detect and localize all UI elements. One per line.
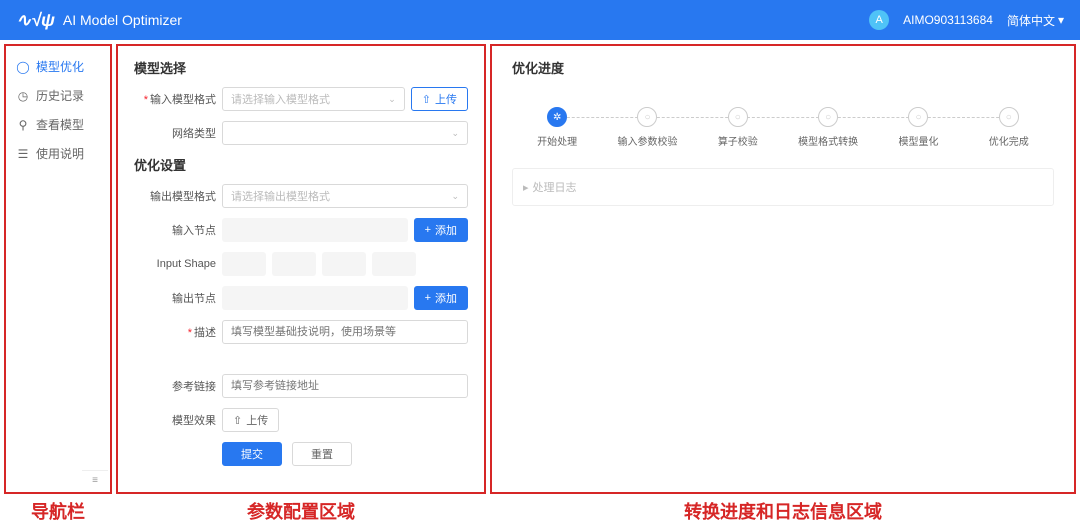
app-name: AI Model Optimizer [63, 12, 182, 28]
output-format-select[interactable]: 请选择输出模型格式 ⌄ [222, 184, 468, 208]
net-type-select[interactable]: ⌄ [222, 121, 468, 145]
step-start: ✲ 开始处理 [512, 107, 602, 148]
app-header: ∿√ψ AI Model Optimizer A AIMO903113684 简… [0, 0, 1080, 40]
search-icon: ⚲ [16, 118, 30, 132]
chevron-right-icon[interactable]: ▸ [523, 181, 529, 194]
sidebar-item-view[interactable]: ⚲ 查看模型 [6, 110, 110, 139]
desc-label: 描述 [134, 324, 216, 340]
input-node-label: 输入节点 [134, 222, 216, 238]
circle-icon: ◯ [16, 60, 30, 74]
log-box: ▸ 处理日志 [512, 168, 1054, 206]
shape-dim2[interactable] [322, 252, 366, 276]
doc-icon: ☰ [16, 147, 30, 161]
progress-panel: 优化进度 ✲ 开始处理 ○ 输入参数校验 ○ 算子校验 ○ 模型格式转换 ○ 模… [490, 44, 1076, 494]
circle-icon: ○ [999, 107, 1019, 127]
logo: ∿√ψ AI Model Optimizer [16, 10, 182, 31]
sidebar-item-optimize[interactable]: ◯ 模型优化 [6, 52, 110, 81]
step-quant: ○ 模型量化 [873, 107, 963, 148]
shape-dim3[interactable] [372, 252, 416, 276]
submit-button[interactable]: 提交 [222, 442, 282, 466]
progress-steps: ✲ 开始处理 ○ 输入参数校验 ○ 算子校验 ○ 模型格式转换 ○ 模型量化 ○… [512, 107, 1054, 148]
shape-dim1[interactable] [272, 252, 316, 276]
add-input-button[interactable]: + 添加 [414, 218, 468, 242]
sidebar: ◯ 模型优化 ◷ 历史记录 ⚲ 查看模型 ☰ 使用说明 ≡ [4, 44, 112, 494]
progress-title: 优化进度 [512, 58, 1054, 77]
circle-icon: ○ [908, 107, 928, 127]
section-title-optimize: 优化设置 [134, 155, 468, 174]
spinner-icon: ✲ [547, 107, 567, 127]
user-id: AIMO903113684 [903, 13, 993, 27]
step-convert: ○ 模型格式转换 [783, 107, 873, 148]
sidebar-item-label: 使用说明 [36, 145, 84, 162]
collapse-toggle[interactable]: ≡ [82, 470, 108, 490]
link-label: 参考链接 [134, 378, 216, 394]
chevron-down-icon: ⌄ [388, 94, 396, 105]
input-format-label: 输入模型格式 [134, 91, 216, 107]
step-op: ○ 算子校验 [693, 107, 783, 148]
chevron-down-icon: ⌄ [451, 128, 459, 139]
upload-icon: ⇧ [233, 414, 242, 427]
upload-button[interactable]: ⇧ 上传 [411, 87, 468, 111]
clock-icon: ◷ [16, 89, 30, 103]
caption-nav: 导航栏 [4, 498, 112, 524]
step-done: ○ 优化完成 [964, 107, 1054, 148]
reset-button[interactable]: 重置 [292, 442, 352, 466]
caption-progress: 转换进度和日志信息区域 [490, 498, 1076, 524]
sidebar-item-label: 历史记录 [36, 87, 84, 104]
step-param: ○ 输入参数校验 [602, 107, 692, 148]
input-node-field[interactable] [222, 218, 408, 242]
section-title-model: 模型选择 [134, 58, 468, 77]
output-node-field[interactable] [222, 286, 408, 310]
shape-dim0[interactable] [222, 252, 266, 276]
sidebar-item-history[interactable]: ◷ 历史记录 [6, 81, 110, 110]
circle-icon: ○ [637, 107, 657, 127]
desc-field[interactable] [222, 320, 468, 344]
language-switch[interactable]: 简体中文 ▾ [1007, 12, 1064, 29]
log-title: 处理日志 [533, 179, 577, 195]
avatar[interactable]: A [869, 10, 889, 30]
sidebar-item-label: 查看模型 [36, 116, 84, 133]
sidebar-item-docs[interactable]: ☰ 使用说明 [6, 139, 110, 168]
config-panel: 模型选择 输入模型格式 请选择输入模型格式 ⌄ ⇧ 上传 网络类型 ⌄ 优化设置… [116, 44, 486, 494]
chevron-down-icon: ⌄ [451, 191, 459, 202]
circle-icon: ○ [818, 107, 838, 127]
link-field[interactable] [222, 374, 468, 398]
logo-mark: ∿√ψ [16, 10, 55, 31]
upload-icon: ⇧ [422, 93, 431, 106]
add-output-button[interactable]: + 添加 [414, 286, 468, 310]
output-node-label: 输出节点 [134, 290, 216, 306]
output-format-label: 输出模型格式 [134, 188, 216, 204]
effect-label: 模型效果 [134, 412, 216, 428]
circle-icon: ○ [728, 107, 748, 127]
caption-config: 参数配置区域 [116, 498, 486, 524]
net-type-label: 网络类型 [134, 125, 216, 141]
input-format-select[interactable]: 请选择输入模型格式 ⌄ [222, 87, 405, 111]
chevron-down-icon: ▾ [1058, 13, 1064, 27]
input-shape-label: Input Shape [134, 258, 216, 270]
sidebar-item-label: 模型优化 [36, 58, 84, 75]
effect-upload-button[interactable]: ⇧ 上传 [222, 408, 279, 432]
